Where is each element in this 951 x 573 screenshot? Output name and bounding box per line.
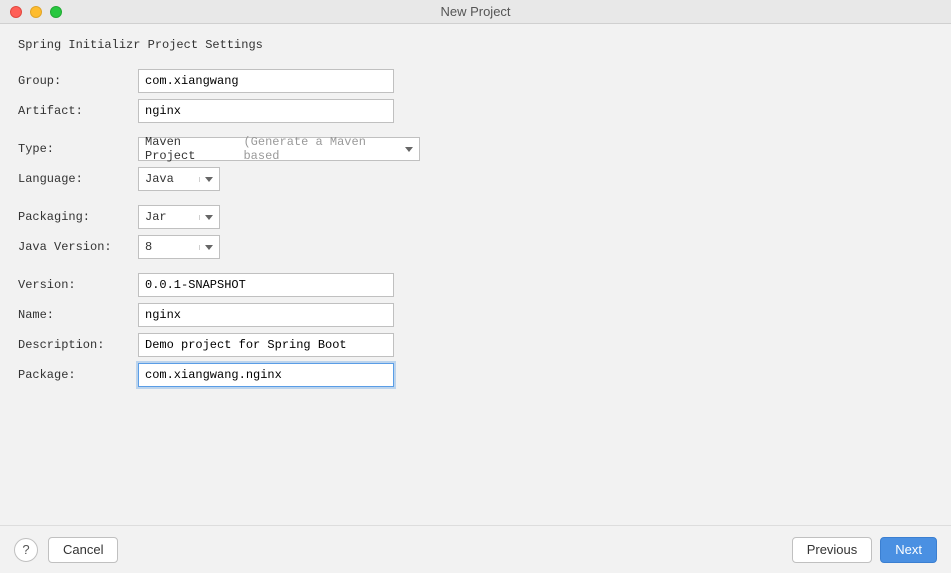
java-version-label: Java Version: xyxy=(18,240,138,254)
titlebar: New Project xyxy=(0,0,951,24)
footer: ? Cancel Previous Next xyxy=(0,525,951,573)
version-label: Version: xyxy=(18,278,138,292)
description-input[interactable] xyxy=(138,333,394,357)
type-select-hint: (Generate a Maven based xyxy=(243,135,405,163)
language-select[interactable]: Java xyxy=(138,167,220,191)
form: Group: Artifact: Type: Maven Project (Ge… xyxy=(18,66,933,390)
maximize-icon[interactable] xyxy=(50,6,62,18)
artifact-input[interactable] xyxy=(138,99,394,123)
type-label: Type: xyxy=(18,142,138,156)
window-controls xyxy=(10,6,62,18)
packaging-label: Packaging: xyxy=(18,210,138,224)
java-version-select-value: 8 xyxy=(145,240,152,254)
minimize-icon[interactable] xyxy=(30,6,42,18)
java-version-select[interactable]: 8 xyxy=(138,235,220,259)
chevron-down-icon xyxy=(205,177,213,182)
packaging-select-value: Jar xyxy=(145,210,167,224)
group-input[interactable] xyxy=(138,69,394,93)
help-button[interactable]: ? xyxy=(14,538,38,562)
window-title: New Project xyxy=(10,4,941,19)
next-button[interactable]: Next xyxy=(880,537,937,563)
type-select-value: Maven Project xyxy=(145,135,236,163)
name-input[interactable] xyxy=(138,303,394,327)
content-area: Spring Initializr Project Settings Group… xyxy=(0,24,951,404)
packaging-select[interactable]: Jar xyxy=(138,205,220,229)
group-label: Group: xyxy=(18,74,138,88)
chevron-down-icon xyxy=(205,245,213,250)
close-icon[interactable] xyxy=(10,6,22,18)
previous-button[interactable]: Previous xyxy=(792,537,873,563)
section-header: Spring Initializr Project Settings xyxy=(18,38,933,52)
type-select[interactable]: Maven Project (Generate a Maven based xyxy=(138,137,420,161)
package-label: Package: xyxy=(18,368,138,382)
description-label: Description: xyxy=(18,338,138,352)
language-label: Language: xyxy=(18,172,138,186)
cancel-button[interactable]: Cancel xyxy=(48,537,118,563)
name-label: Name: xyxy=(18,308,138,322)
language-select-value: Java xyxy=(145,172,174,186)
chevron-down-icon xyxy=(405,147,413,152)
chevron-down-icon xyxy=(205,215,213,220)
artifact-label: Artifact: xyxy=(18,104,138,118)
package-input[interactable] xyxy=(138,363,394,387)
version-input[interactable] xyxy=(138,273,394,297)
